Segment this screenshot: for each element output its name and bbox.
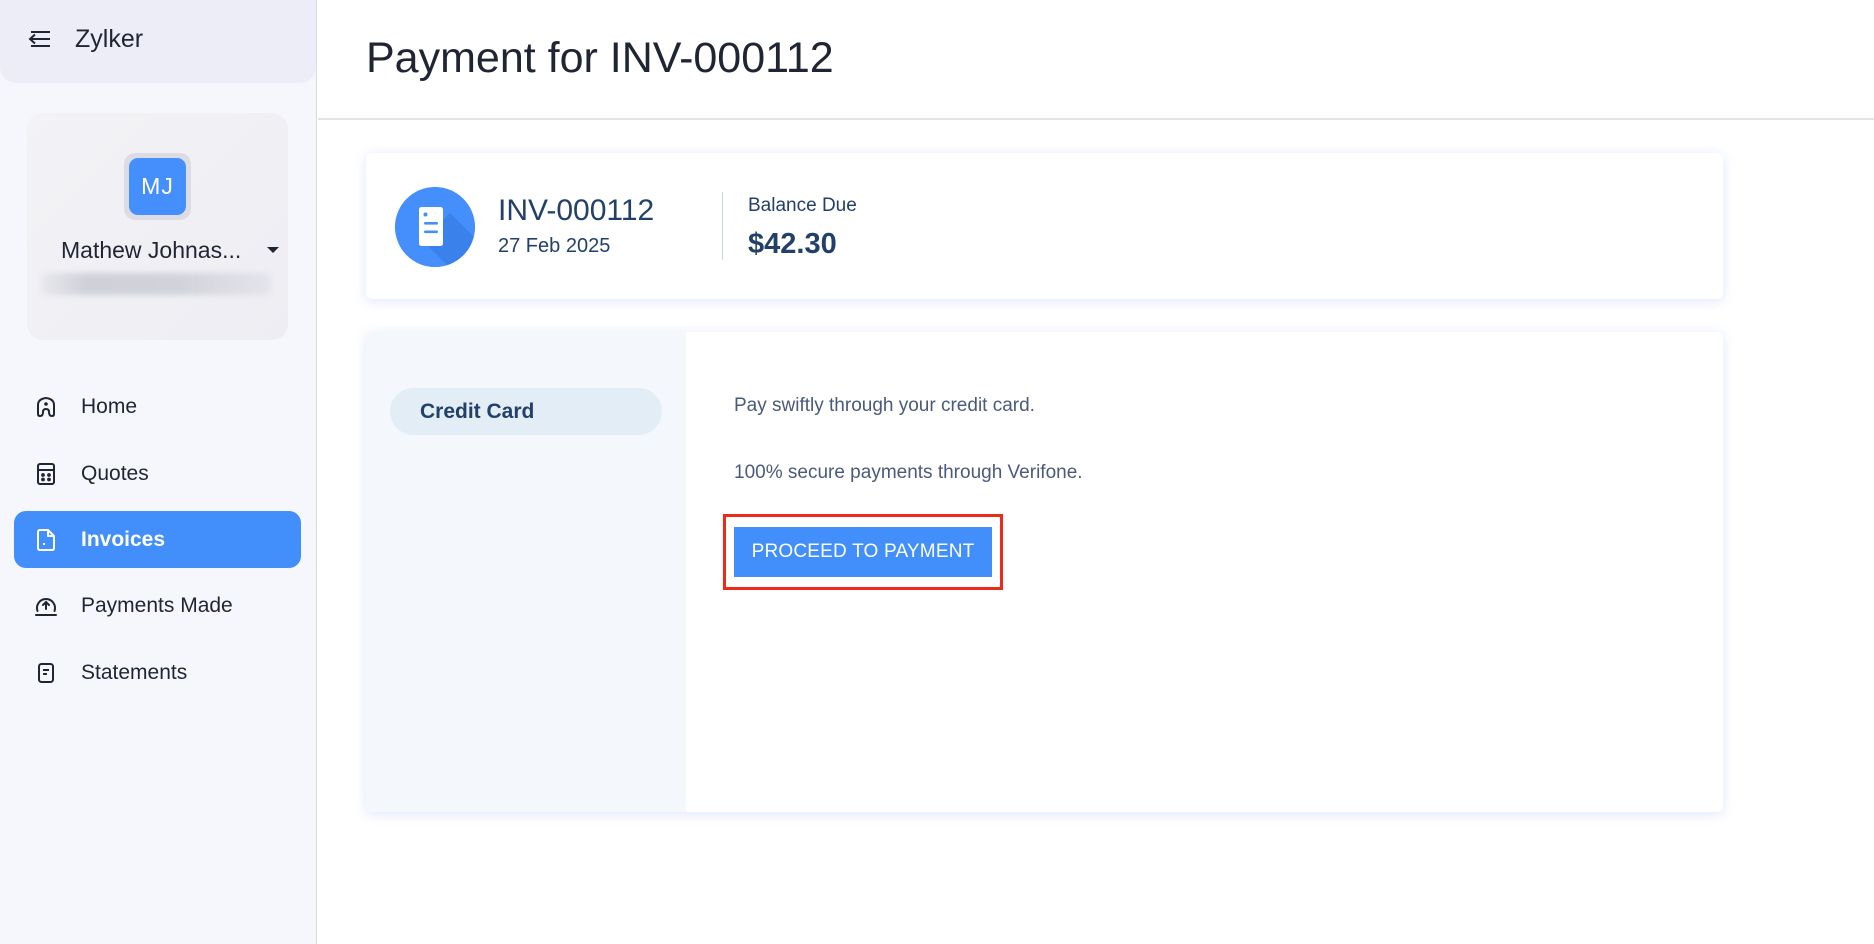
sidebar-item-label: Payments Made xyxy=(81,593,233,617)
invoice-summary-card: INV-000112 27 Feb 2025 Balance Due $42.3… xyxy=(366,153,1723,299)
avatar[interactable]: MJ xyxy=(129,158,186,215)
page-header: Payment for INV-000112 xyxy=(318,0,1874,120)
brand-header: Zylker xyxy=(0,0,316,83)
balance-due-label: Balance Due xyxy=(748,195,857,216)
sidebar-item-label: Statements xyxy=(81,660,188,684)
payment-method-card: Credit Card Pay swiftly through your cre… xyxy=(366,332,1723,812)
menu-collapse-icon[interactable] xyxy=(27,28,51,50)
upload-payment-icon xyxy=(34,594,58,618)
brand-title: Zylker xyxy=(75,25,144,53)
calculator-icon xyxy=(34,462,58,486)
invoice-date: 27 Feb 2025 xyxy=(498,235,611,257)
payment-method-details: Pay swiftly through your credit card. 10… xyxy=(686,332,1723,812)
profile-card[interactable]: MJ Mathew Johnas... xyxy=(27,113,288,340)
statement-icon xyxy=(34,661,58,685)
sidebar-item-label: Quotes xyxy=(81,461,149,485)
invoice-number: INV-000112 xyxy=(498,194,655,227)
balance-due-amount: $42.30 xyxy=(748,228,837,260)
profile-name[interactable]: Mathew Johnas... xyxy=(61,237,241,264)
page-title: Payment for INV-000112 xyxy=(366,34,834,82)
payment-method-credit-card[interactable]: Credit Card xyxy=(390,388,662,435)
sidebar: Zylker MJ Mathew Johnas... Home Quotes I… xyxy=(0,0,317,944)
payment-description: Pay swiftly through your credit card. xyxy=(734,395,1035,416)
sidebar-item-label: Invoices xyxy=(81,527,166,551)
payment-method-list: Credit Card xyxy=(366,332,686,812)
home-icon xyxy=(34,395,58,419)
proceed-to-payment-button[interactable]: PROCEED TO PAYMENT xyxy=(734,527,992,577)
payment-method-label: Credit Card xyxy=(420,400,535,423)
divider xyxy=(722,192,723,260)
sidebar-item-statements[interactable]: Statements xyxy=(14,644,301,701)
invoice-document-icon xyxy=(34,528,58,552)
main-content: Payment for INV-000112 INV-000112 27 Feb… xyxy=(318,0,1874,944)
sidebar-item-invoices[interactable]: Invoices xyxy=(14,511,301,568)
avatar-frame: MJ xyxy=(124,153,191,220)
payment-security-note: 100% secure payments through Verifone. xyxy=(734,462,1083,483)
invoice-document-icon xyxy=(395,187,475,267)
sidebar-item-label: Home xyxy=(81,394,138,418)
sidebar-item-payments-made[interactable]: Payments Made xyxy=(14,577,301,634)
sidebar-item-quotes[interactable]: Quotes xyxy=(14,445,301,502)
profile-email-redacted xyxy=(41,273,271,295)
caret-down-icon[interactable] xyxy=(267,247,279,253)
sidebar-item-home[interactable]: Home xyxy=(14,378,301,435)
